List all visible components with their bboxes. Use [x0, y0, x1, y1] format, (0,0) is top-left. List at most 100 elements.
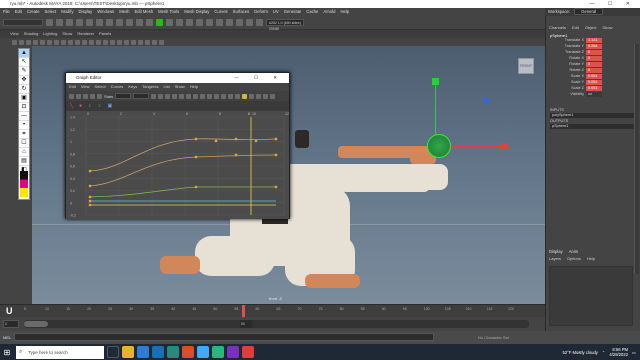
field-chart-icon[interactable] — [68, 39, 73, 45]
step-tangent-icon[interactable] — [214, 93, 220, 99]
start-time-field[interactable]: 1 — [3, 320, 19, 328]
mail-icon[interactable] — [152, 346, 164, 358]
panel-menu-renderer[interactable]: Renderer — [77, 30, 94, 38]
key-point[interactable] — [214, 139, 218, 143]
menu-uv[interactable]: UV — [273, 8, 279, 16]
output-item[interactable]: pSphere1 — [552, 124, 568, 129]
current-frame-field[interactable]: 50 — [240, 320, 252, 328]
ge-menu-show[interactable]: Show — [175, 83, 185, 91]
graph-editor-title-bar[interactable]: Graph Editor — ☐ ✕ — [66, 73, 289, 83]
ge-menu-select[interactable]: Select — [95, 83, 106, 91]
time-slider[interactable]: U 5 10 15 20 25 30 35 40 45 50 55 60 65 70 75 80 85 90 95 1… — [0, 304, 545, 317]
attribute-value[interactable]: 0.051 — [586, 86, 602, 91]
attribute-row[interactable]: Visibility on — [548, 92, 630, 97]
snap-grid-icon[interactable] — [126, 19, 133, 26]
flat-tangent-icon[interactable] — [207, 93, 213, 99]
attribute-row[interactable]: Scale X 0.051 — [548, 74, 630, 79]
image-plane-icon[interactable] — [33, 39, 38, 45]
plateau-tangent-icon[interactable] — [221, 93, 227, 99]
gate-mask-icon[interactable] — [61, 39, 66, 45]
manipulator-z-handle[interactable] — [483, 98, 489, 104]
key-point[interactable] — [274, 137, 278, 141]
select-tool-icon[interactable]: ▲ — [19, 49, 29, 58]
attribute-value[interactable]: 0 — [586, 50, 602, 55]
camera-attributes-icon[interactable] — [19, 39, 24, 45]
frame-field[interactable] — [115, 93, 132, 99]
attribute-row[interactable]: Rotate Y0 — [548, 62, 630, 67]
channel-box-scrollbar[interactable] — [634, 44, 639, 274]
lights-icon[interactable] — [103, 39, 108, 45]
ge-menu-keys[interactable]: Keys — [128, 83, 137, 91]
graph-editor-controls[interactable]: — ☐ ✕ — [234, 73, 284, 83]
attribute-value[interactable]: 0.051 — [586, 80, 602, 85]
attribute-row[interactable]: Scale Z 0.051 — [548, 86, 630, 91]
character-set-label[interactable]: No Character Set — [478, 331, 509, 344]
attribute-value[interactable]: 1.141 — [586, 38, 602, 43]
layers-menu[interactable]: Layers — [549, 256, 561, 261]
key-point[interactable] — [274, 153, 278, 157]
motion-blur-icon[interactable] — [124, 39, 129, 45]
camera-select-icon[interactable] — [12, 39, 17, 45]
network-icon[interactable]: ⌃ — [602, 350, 606, 355]
office-icon[interactable] — [182, 346, 194, 358]
panel-menu-view[interactable]: View — [10, 30, 19, 38]
grid-tool-icon[interactable]: ⌗ — [19, 130, 29, 139]
resolution-gate-icon[interactable] — [54, 39, 59, 45]
help-menu[interactable]: Help — [587, 256, 595, 261]
store-icon[interactable] — [167, 346, 179, 358]
tab-show[interactable]: Show — [602, 25, 612, 30]
attribute-row[interactable]: Translate X 1.141 — [548, 38, 630, 43]
attribute-value[interactable]: 0 — [586, 62, 602, 67]
dot-tool-icon[interactable]: • — [19, 121, 29, 130]
workspace-selector[interactable]: Workspace: General — [545, 8, 640, 16]
graph-editor-icon[interactable]: ▤ — [19, 157, 29, 166]
render-view-icon[interactable] — [216, 19, 223, 26]
view-cube[interactable]: FRONT — [518, 58, 534, 74]
menu-modify[interactable]: Modify — [61, 8, 73, 16]
auto-tangent-icon[interactable] — [179, 93, 185, 99]
layout-single-icon[interactable]: ⊡ — [19, 103, 29, 112]
panel-menu-shading[interactable]: Shading — [24, 30, 39, 38]
xray-joints-icon[interactable] — [152, 39, 157, 45]
render-settings-icon[interactable] — [196, 19, 203, 26]
recorder-app-icon[interactable] — [242, 346, 254, 358]
lattice-icon[interactable] — [83, 93, 88, 99]
menu-select[interactable]: Select — [45, 8, 57, 16]
task-view-icon[interactable] — [107, 346, 119, 358]
arnold-render-icon[interactable] — [226, 19, 233, 26]
translate-y-curve[interactable] — [89, 154, 277, 187]
snap-point-icon[interactable] — [146, 19, 153, 26]
redo-icon[interactable] — [86, 19, 93, 26]
key-point[interactable] — [234, 153, 238, 157]
ge-menu-view[interactable]: View — [81, 83, 90, 91]
menu-windows[interactable]: Windows — [97, 8, 114, 16]
scale-tool-icon[interactable]: ▣ — [19, 94, 29, 103]
selected-sphere[interactable] — [427, 134, 451, 158]
range-thumb[interactable] — [24, 321, 48, 327]
attribute-row[interactable]: Scale Y 0.051 — [548, 80, 630, 85]
attribute-row[interactable]: Translate Y 0.284 — [548, 44, 630, 49]
tab-edit[interactable]: Edit — [572, 25, 579, 30]
key-point[interactable] — [194, 185, 198, 189]
shadows-icon[interactable] — [110, 39, 115, 45]
frame-all-icon[interactable] — [151, 93, 157, 99]
panel-menu-lighting[interactable]: Lighting — [43, 30, 57, 38]
lasso-tool-icon[interactable]: ↖ — [19, 58, 29, 67]
key-point[interactable] — [234, 137, 238, 141]
menu-surfaces[interactable]: Surfaces — [233, 8, 250, 16]
edge-browser-icon[interactable] — [137, 346, 149, 358]
render-icon[interactable] — [176, 19, 183, 26]
ge-menu-help[interactable]: Help — [190, 83, 198, 91]
notifications-icon[interactable]: ▭ — [632, 350, 636, 355]
curve-pencil-icon[interactable]: ╲ — [70, 103, 73, 109]
taskbar-search[interactable]: ⌕ Type here to search — [16, 345, 104, 359]
save-scene-icon[interactable] — [66, 19, 73, 26]
menu-file[interactable]: File — [3, 8, 10, 16]
open-scene-icon[interactable] — [56, 19, 63, 26]
key-point[interactable] — [254, 139, 258, 143]
move-keys-icon[interactable] — [69, 93, 74, 99]
maya-app-icon[interactable] — [212, 346, 224, 358]
attribute-value[interactable]: 0.051 — [586, 74, 602, 79]
menu-mesh[interactable]: Mesh — [119, 8, 129, 16]
smooth-shade-icon[interactable] — [89, 39, 94, 45]
